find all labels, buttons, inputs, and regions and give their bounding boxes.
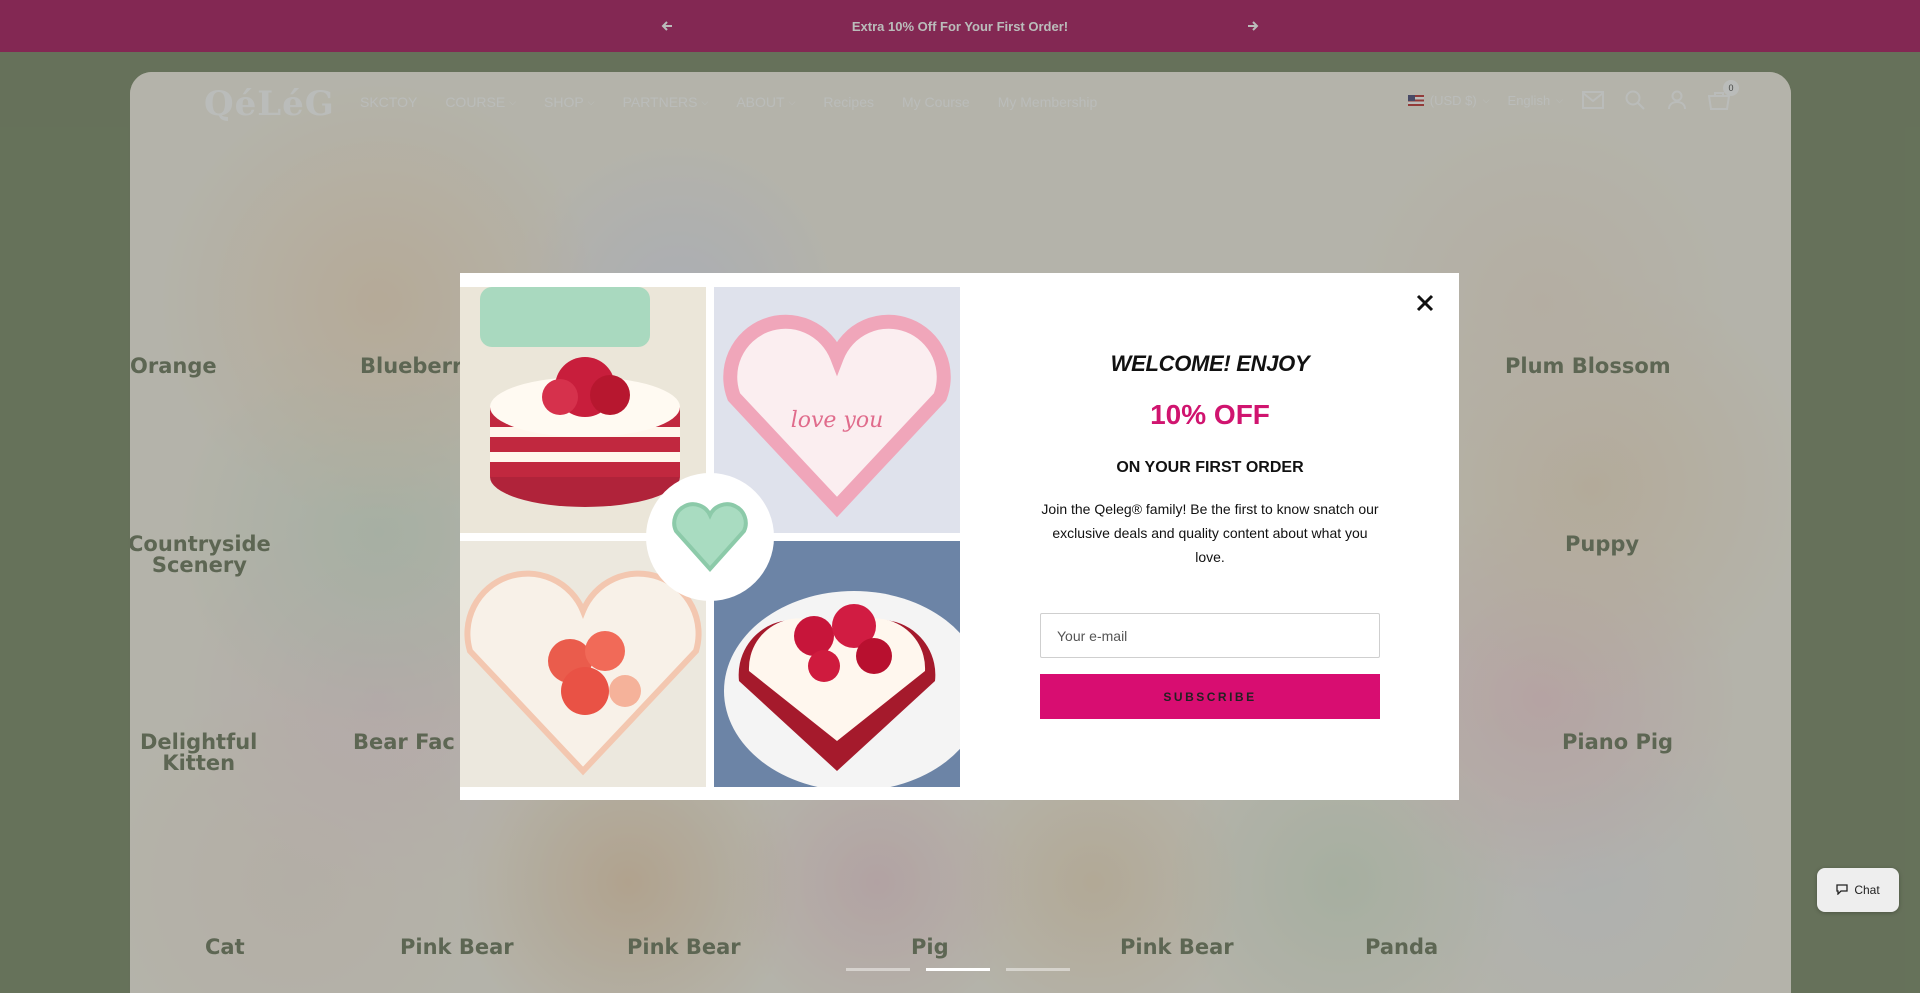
close-icon[interactable] bbox=[1413, 291, 1437, 315]
popup-heading: WELCOME! ENJOY bbox=[1110, 351, 1310, 376]
popup-body: Join the Qeleg® family! Be the first to … bbox=[1041, 501, 1379, 565]
chat-bubble-icon bbox=[1836, 883, 1848, 898]
newsletter-popup: love you WELCOME! ENJOY 10% OFF ON YOUR … bbox=[460, 273, 1459, 800]
slider-dot[interactable] bbox=[1006, 968, 1070, 971]
chat-label: Chat bbox=[1854, 883, 1880, 897]
chat-button[interactable]: Chat bbox=[1817, 868, 1899, 912]
popup-copy: WELCOME! ENJOY 10% OFF ON YOUR FIRST ORD… bbox=[1040, 351, 1380, 569]
email-field[interactable] bbox=[1040, 613, 1380, 658]
slider-dot[interactable] bbox=[926, 968, 990, 971]
slider-dot[interactable] bbox=[846, 968, 910, 971]
slider-dots bbox=[846, 968, 1070, 971]
cake-collage: love you bbox=[460, 287, 960, 787]
heart-pan-image bbox=[646, 473, 774, 601]
popup-discount: 10% OFF bbox=[1150, 399, 1270, 430]
svg-text:love you: love you bbox=[791, 408, 884, 433]
subscribe-button[interactable]: SUBSCRIBE bbox=[1040, 674, 1380, 719]
popup-subheading: ON YOUR FIRST ORDER bbox=[1116, 459, 1304, 476]
